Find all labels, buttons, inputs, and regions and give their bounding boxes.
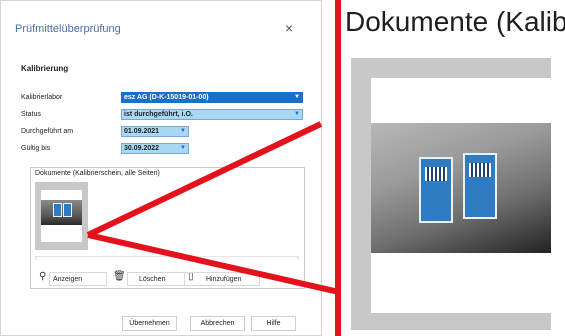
show-button-frame [49, 272, 107, 286]
trash-icon: 🗑 [113, 271, 126, 282]
section-title: Kalibrierung [21, 64, 69, 73]
magnifier-icon: ⚲ [39, 271, 47, 282]
documents-panel: Dokumente (Kalibrierschein, alle Seiten)… [30, 167, 305, 289]
zoomed-calibration-sticker [419, 157, 453, 223]
performed-date-value: 01.09.2021 [124, 128, 160, 135]
delete-button-frame [127, 272, 185, 286]
field-label-status: Status [21, 111, 41, 118]
chevron-down-icon: ▼ [180, 128, 186, 134]
status-select[interactable]: ist durchgeführt, i.O. ▼ [121, 109, 303, 120]
document-thumbnail[interactable] [35, 182, 88, 250]
thumbnail-photo [41, 200, 82, 225]
field-label-performed: Durchgeführt am [21, 128, 74, 135]
zoomed-page [371, 78, 551, 313]
chevron-down-icon: ▼ [294, 94, 300, 100]
close-icon[interactable]: × [285, 20, 293, 36]
scroll-right-icon[interactable]: › [297, 256, 299, 262]
apply-button[interactable]: Übernehmen [122, 316, 177, 331]
thumbnail-page [41, 190, 82, 242]
show-button[interactable]: Anzeigen [49, 272, 107, 286]
zoomed-photo [371, 123, 551, 253]
horizontal-scrollbar[interactable]: ‹ › [35, 256, 299, 264]
calibration-sticker [63, 203, 72, 217]
chevron-down-icon: ▼ [180, 145, 186, 151]
performed-date-field[interactable]: 01.09.2021 ▼ [121, 126, 189, 137]
zoomed-preview: Dokumente (Kalibr [335, 0, 565, 336]
status-select-value: ist durchgeführt, i.O. [124, 111, 193, 118]
chevron-down-icon: ▼ [294, 111, 300, 117]
calibration-sticker [53, 203, 62, 217]
documents-label: Dokumente (Kalibrierschein, alle Seiten) [35, 170, 160, 177]
zoomed-calibration-sticker [463, 153, 497, 219]
calibration-dialog: Prüfmittelüberprüfung × Kalibrierung Kal… [0, 0, 322, 336]
dialog-title: Prüfmittelüberprüfung [15, 23, 121, 35]
help-button[interactable]: Hilfe [251, 316, 296, 331]
field-label-valid: Gültig bis [21, 145, 51, 152]
scroll-left-icon[interactable]: ‹ [35, 256, 37, 262]
lab-select-value: esz AG (D-K-15019-01-00) [124, 94, 209, 101]
valid-until-value: 30.09.2022 [124, 145, 160, 152]
valid-until-field[interactable]: 30.09.2022 ▼ [121, 143, 189, 154]
field-label-lab: Kalibrierlabor [21, 94, 63, 101]
add-button[interactable]: Hinzufügen [184, 272, 260, 286]
zoomed-documents-title: Dokumente (Kalibr [345, 6, 565, 37]
delete-button[interactable]: Löschen [127, 272, 185, 286]
zoomed-thumbnail-frame [351, 58, 551, 330]
lab-select[interactable]: esz AG (D-K-15019-01-00) ▼ [121, 92, 303, 103]
cancel-button[interactable]: Abbrechen [190, 316, 245, 331]
